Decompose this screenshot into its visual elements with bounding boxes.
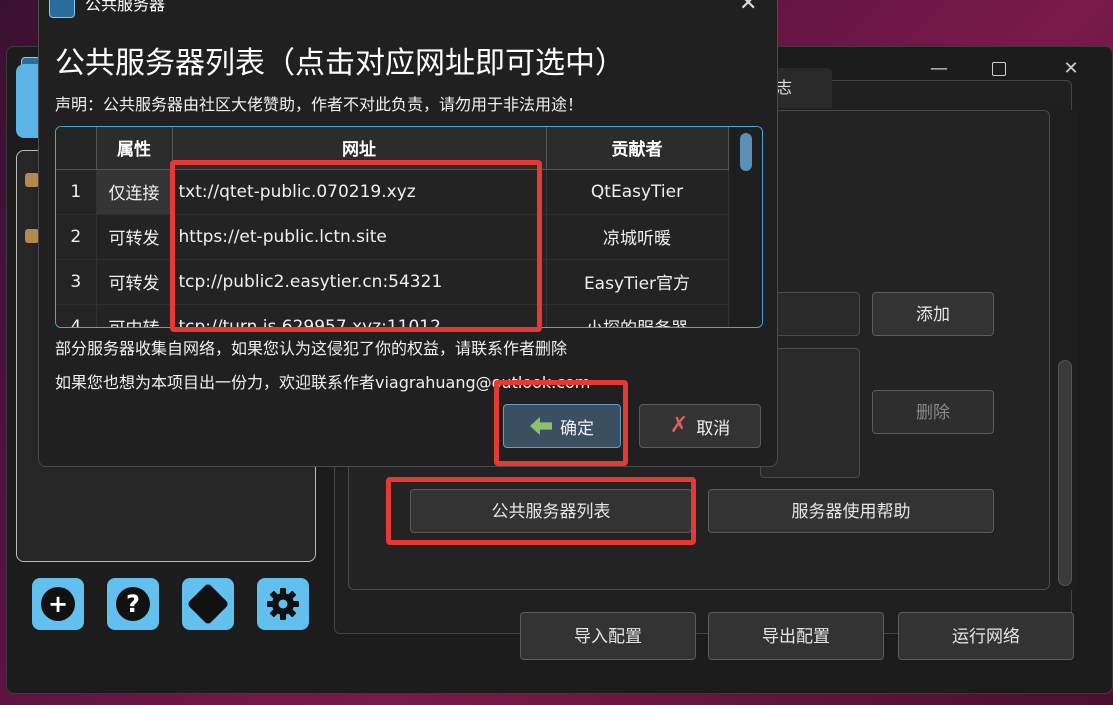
maximize-icon [992, 62, 1006, 76]
list-item-icon [25, 173, 39, 187]
cancel-x-icon: ✗ [669, 413, 689, 438]
row-contributor[interactable]: EasyTier官方 [546, 259, 729, 305]
dialog-note-copyright: 部分服务器收集自网络，如果您认为这侵犯了你的权益，请联系作者删除 [55, 339, 568, 358]
help-button[interactable]: ? [107, 578, 159, 630]
row-contributor[interactable]: QtEasyTier [546, 169, 729, 215]
add-network-button[interactable]: + [32, 578, 84, 630]
column-header-contributor[interactable]: 贡献者 [546, 127, 729, 170]
run-network-button[interactable]: 运行网络 [898, 612, 1074, 660]
row-number: 1 [56, 169, 97, 215]
settings-button[interactable] [257, 578, 309, 630]
list-item-icon [25, 229, 39, 243]
cancel-button-label: 取消 [696, 418, 731, 439]
plus-icon: + [41, 587, 75, 621]
highlight-public-list-button [386, 477, 696, 545]
gear-icon [267, 588, 299, 620]
row-contributor[interactable]: 凉城听暖 [546, 214, 729, 260]
highlight-url-column [170, 160, 542, 332]
dialog-close-button[interactable]: ✕ [739, 0, 757, 16]
dialog-titlebar: 公共服务器 ✕ [39, 0, 777, 30]
row-number: 4 [56, 304, 97, 327]
row-attr[interactable]: 可转发 [96, 259, 173, 305]
dialog-title: 公共服务器 [85, 0, 166, 14]
import-config-button[interactable]: 导入配置 [520, 612, 696, 660]
dialog-heading: 公共服务器列表（点击对应网址即可选中） [55, 46, 625, 81]
row-contributor[interactable]: 小探的服务器 [546, 304, 729, 327]
dialog-app-icon [49, 0, 75, 18]
row-attr[interactable]: 可中转 [96, 304, 173, 327]
git-button[interactable] [182, 578, 234, 630]
add-server-button[interactable]: 添加 [872, 292, 994, 336]
cancel-button[interactable]: ✗ 取消 [639, 404, 761, 448]
table-scrollbar[interactable] [730, 127, 762, 327]
row-number: 2 [56, 214, 97, 260]
column-header-attr[interactable]: 属性 [96, 127, 173, 170]
config-scroll-thumb[interactable] [1058, 360, 1072, 586]
delete-server-button[interactable]: 删除 [872, 390, 994, 434]
highlight-ok-button [494, 380, 628, 466]
row-attr[interactable]: 仅连接 [96, 169, 173, 215]
dialog-notice: 声明：公共服务器由社区大佬赞助，作者不对此负责，请勿用于非法用途！ [55, 95, 584, 114]
git-icon [186, 582, 230, 626]
export-config-button[interactable]: 导出配置 [708, 612, 884, 660]
help-icon: ? [116, 587, 150, 621]
row-attr[interactable]: 可转发 [96, 214, 173, 260]
table-scroll-thumb[interactable] [740, 133, 752, 171]
server-help-button[interactable]: 服务器使用帮助 [708, 489, 994, 533]
table-corner [56, 127, 97, 170]
row-number: 3 [56, 259, 97, 305]
